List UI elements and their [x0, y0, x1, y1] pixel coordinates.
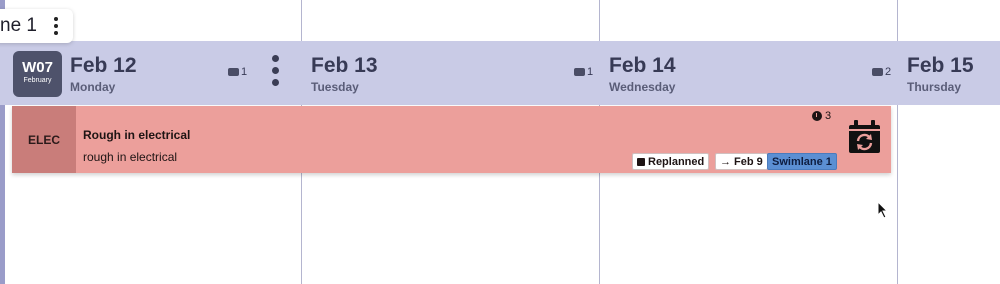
swimlane-label-chip[interactable]: ne 1 — [0, 9, 73, 43]
swimlane-tag-label: Swimlane 1 — [772, 155, 832, 168]
planner-board: ne 1 W07 February Feb 12 Monday 1 Feb 13… — [0, 0, 1000, 284]
day-column-header-feb-14[interactable]: Feb 14 Wednesday 2 — [609, 41, 897, 105]
replanned-tag-label: Replanned — [648, 155, 705, 168]
task-description: rough in electrical — [83, 150, 178, 164]
day-task-count: 1 — [228, 66, 247, 78]
day-date: Feb 14 — [609, 54, 676, 77]
task-duration-value: 3 — [825, 110, 832, 122]
day-date: Feb 15 — [907, 54, 974, 77]
day-date: Feb 12 — [70, 54, 137, 77]
week-month: February — [23, 77, 52, 84]
day-column-header-feb-15[interactable]: Feb 15 Thursday — [907, 41, 1000, 105]
replanned-tag: Replanned — [632, 153, 710, 170]
task-title: Rough in electrical — [83, 128, 191, 142]
day-task-count: 1 — [574, 66, 593, 78]
moved-from-tag-label: Feb 9 — [734, 155, 763, 168]
swimlane-menu-icon[interactable] — [51, 17, 61, 35]
task-count-icon — [872, 68, 883, 76]
task-card[interactable]: ELEC Rough in electrical rough in electr… — [12, 106, 891, 173]
day-task-count: 2 — [872, 66, 891, 78]
calendar-icon — [637, 157, 645, 166]
arrow-right-icon: → — [720, 155, 731, 168]
day-task-count-value: 1 — [241, 66, 248, 78]
swimlane-tag[interactable]: Swimlane 1 — [767, 153, 837, 170]
mouse-cursor-icon — [877, 201, 889, 219]
swimlane-label: ne 1 — [0, 15, 37, 36]
day-task-count-value: 1 — [587, 66, 594, 78]
day-weekday: Wednesday — [609, 80, 676, 94]
task-count-icon — [228, 68, 239, 76]
day-menu-icon[interactable] — [272, 55, 279, 86]
replan-calendar-icon[interactable] — [848, 120, 881, 154]
day-column-header-feb-13[interactable]: Feb 13 Tuesday 1 — [311, 41, 599, 105]
day-task-count-value: 2 — [885, 66, 892, 78]
task-duration: 3 — [812, 110, 831, 122]
week-badge: W07 February — [13, 51, 62, 97]
day-weekday: Thursday — [907, 80, 962, 94]
day-weekday: Monday — [70, 80, 116, 94]
clock-icon — [812, 111, 822, 121]
week-number: W07 — [22, 59, 53, 76]
moved-from-tag: → Feb 9 — [715, 153, 768, 170]
day-date: Feb 13 — [311, 54, 378, 77]
task-count-icon — [574, 68, 585, 76]
day-weekday: Tuesday — [311, 80, 359, 94]
trade-label: ELEC — [12, 106, 76, 173]
day-column-header-feb-12[interactable]: Feb 12 Monday 1 — [70, 41, 301, 105]
